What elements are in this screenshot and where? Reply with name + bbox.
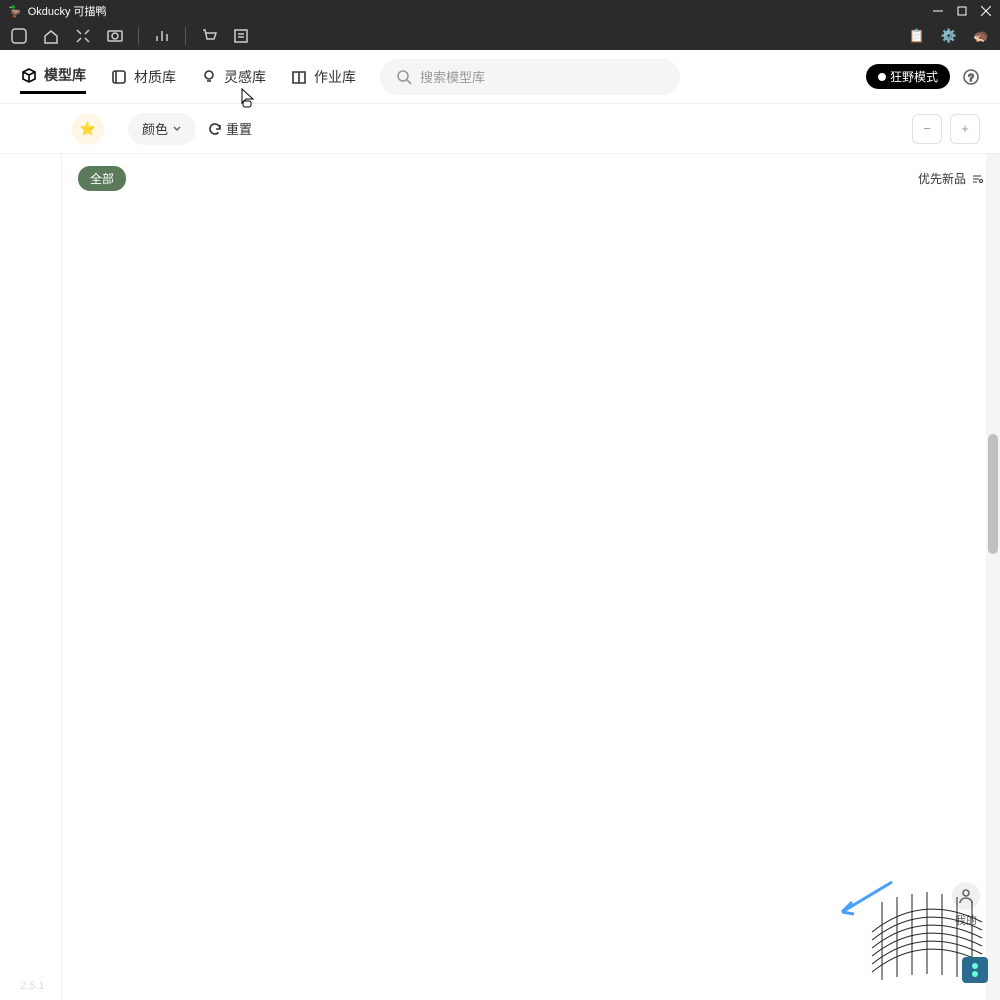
tab-work-library[interactable]: 作业库 [290,61,356,93]
search-input[interactable]: 搜索模型库 [380,59,680,95]
titlebar: 🦆 Okducky 可描鸭 [0,0,1000,22]
cube-icon [20,66,38,84]
tab-model-library[interactable]: 模型库 [20,59,86,94]
stats-icon[interactable] [153,27,171,45]
library-nav: 模型库 材质库 灵感库 作业库 搜索模型库 狂野模式 ? [0,50,1000,104]
camera-icon[interactable] [106,27,124,45]
wild-mode-toggle[interactable]: 狂野模式 [866,64,950,89]
filter-bar: ⭐ 颜色 重置 − + [0,104,1000,154]
bulb-icon [200,68,218,86]
expand-icon[interactable] [74,27,92,45]
tab-material-library[interactable]: 材质库 [110,61,176,93]
my-profile-button[interactable]: 我的 [952,882,980,928]
main-toolbar: 📋 ⚙️ 🦔 [0,22,1000,50]
category-sidebar [0,154,62,1000]
sort-label[interactable]: 优先新品 [918,170,984,187]
house-icon[interactable] [42,27,60,45]
close-icon[interactable] [980,5,992,17]
app-logo-icon: 🦆 [8,5,22,18]
avatar-icon[interactable]: 🦔 [972,27,990,45]
minimize-icon[interactable] [932,5,944,17]
tab-inspiration-library[interactable]: 灵感库 [200,61,266,93]
zoom-in-button[interactable]: + [950,114,980,144]
svg-text:?: ? [968,73,974,84]
calc-icon[interactable] [232,27,250,45]
tag-all[interactable]: 全部 [78,166,126,191]
refresh-icon [208,122,222,136]
help-icon[interactable]: ? [962,68,980,86]
zoom-out-button[interactable]: − [912,114,942,144]
palette-icon [110,68,128,86]
calendar-icon[interactable]: 📋 [908,27,926,45]
version-label: 2.5.1 [20,980,44,992]
star-badge-icon[interactable]: ⭐ [72,113,104,145]
home-icon[interactable] [10,27,28,45]
reset-button[interactable]: 重置 [208,119,252,138]
product-grid-container: 全部 优先新品 [62,154,1000,1000]
chevron-down-icon [172,124,182,134]
app-title: Okducky 可描鸭 [28,3,107,19]
maximize-icon[interactable] [956,5,968,17]
book-icon [290,68,308,86]
sort-icon [970,172,984,186]
search-icon [396,69,412,85]
cart-icon[interactable] [200,27,218,45]
filter-0[interactable]: 颜色 [128,113,196,145]
person-icon [958,888,974,904]
gear-icon[interactable]: ⚙️ [940,27,958,45]
scrollbar[interactable] [986,154,1000,1000]
